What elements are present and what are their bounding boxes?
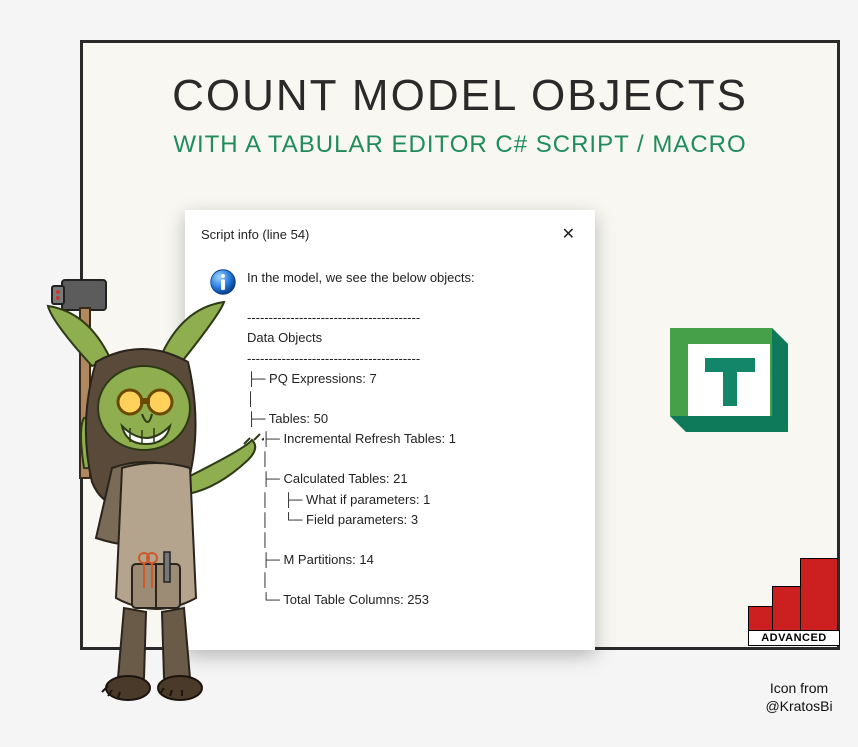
goblin-character-illustration [4, 268, 264, 728]
tabular-editor-logo [660, 310, 800, 450]
dialog-body-text: In the model, we see the below objects: … [247, 268, 475, 610]
page-subtitle: WITH A TABULAR EDITOR C# SCRIPT / MACRO [83, 131, 837, 159]
dialog-titlebar: Script info (line 54) ✕ [199, 220, 581, 254]
dialog-title: Script info (line 54) [201, 227, 309, 242]
close-button[interactable]: ✕ [556, 222, 581, 246]
attribution-text: Icon from @KratosBi [744, 680, 854, 715]
advanced-badge: ADVANCED [748, 556, 840, 666]
page-title: COUNT MODEL OBJECTS [83, 71, 837, 121]
badge-label: ADVANCED [748, 630, 840, 646]
